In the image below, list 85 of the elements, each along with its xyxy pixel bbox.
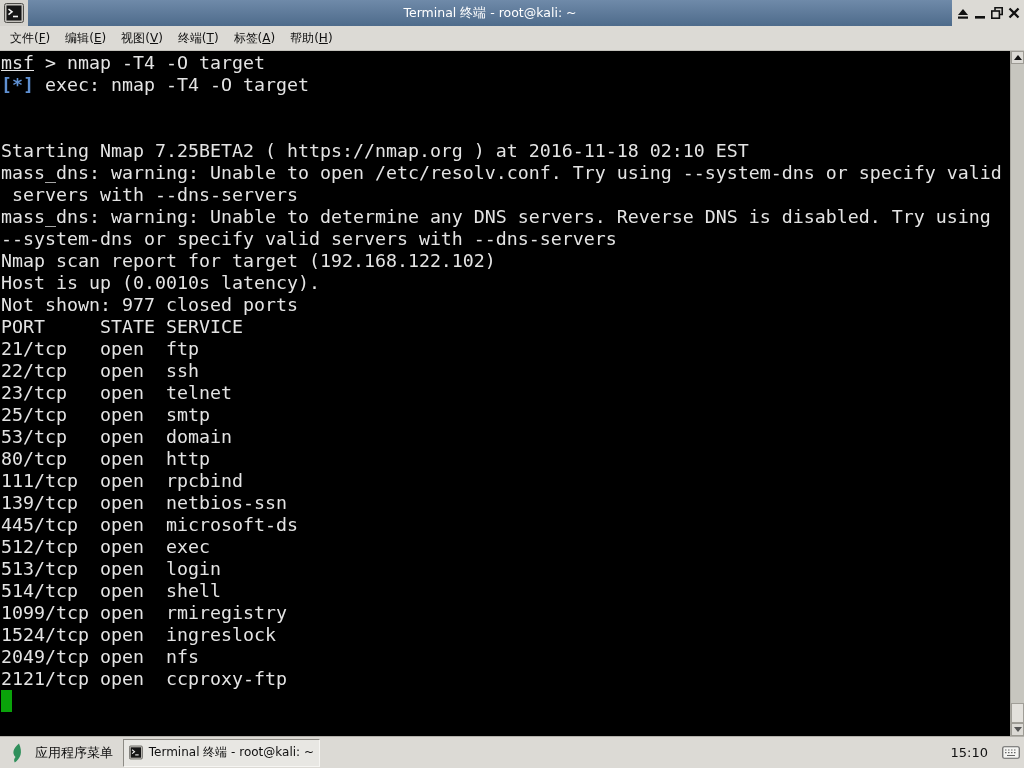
- table-cell: login: [166, 558, 221, 580]
- table-cell: open: [100, 470, 144, 492]
- scroll-down-button[interactable]: [1011, 723, 1024, 736]
- output-line: --system-dns or specify valid servers with --dns-servers: [1, 228, 617, 250]
- table-cell: shell: [166, 580, 221, 602]
- table-cell: ingreslock: [166, 624, 276, 646]
- table-cell: open: [100, 448, 144, 470]
- table-cell: open: [100, 404, 144, 426]
- menu-item[interactable]: 帮助(H): [284, 26, 339, 50]
- table-cell: 512/tcp: [1, 536, 78, 558]
- table-cell: rpcbind: [166, 470, 243, 492]
- close-icon[interactable]: [1006, 6, 1021, 20]
- table-cell: telnet: [166, 382, 232, 404]
- output-line: servers with --dns-servers: [11, 184, 298, 206]
- output-text: exec: nmap -T4 -O target: [45, 74, 309, 96]
- clock-text: 15:10: [950, 745, 988, 760]
- scrollbar[interactable]: [1010, 51, 1024, 736]
- table-cell: 2121/tcp: [1, 668, 89, 690]
- table-cell: 445/tcp: [1, 514, 78, 536]
- table-cell: 21/tcp: [1, 338, 67, 360]
- table-cell: 53/tcp: [1, 426, 67, 448]
- output-line: Host is up (0.0010s latency).: [1, 272, 320, 294]
- block-cursor-icon: [1, 690, 12, 712]
- table-cell: 23/tcp: [1, 382, 67, 404]
- output-line: Starting Nmap 7.25BETA2 ( https://nmap.org ) at 2016-11-18 02:10 EST: [1, 140, 749, 162]
- column-header: STATE: [100, 316, 155, 338]
- output-line: mass_dns: warning: Unable to open /etc/resolv.conf. Try using --system-dns or specify valid: [1, 162, 1002, 184]
- table-cell: open: [100, 338, 144, 360]
- table-cell: open: [100, 624, 144, 646]
- table-cell: open: [100, 426, 144, 448]
- table-cell: open: [100, 602, 144, 624]
- menu-item[interactable]: 终端(T): [171, 26, 225, 50]
- table-cell: open: [100, 360, 144, 382]
- table-cell: ssh: [166, 360, 199, 382]
- command-text: > nmap -T4 -O target: [45, 52, 265, 74]
- table-cell: 2049/tcp: [1, 646, 89, 668]
- keyboard-icon[interactable]: [1002, 746, 1020, 759]
- table-cell: 1524/tcp: [1, 624, 89, 646]
- table-cell: 22/tcp: [1, 360, 67, 382]
- output-line: Nmap scan report for target (192.168.122.102): [1, 250, 496, 272]
- table-cell: open: [100, 646, 144, 668]
- table-cell: ftp: [166, 338, 199, 360]
- table-cell: netbios-ssn: [166, 492, 287, 514]
- output-line: mass_dns: warning: Unable to determine any DNS servers. Reverse DNS is disabled. Try using: [1, 206, 991, 228]
- scroll-up-button[interactable]: [1011, 51, 1024, 64]
- taskbar-window-button[interactable]: Terminal 终端 - root@kali: ~: [123, 738, 320, 767]
- prompt-label: msf: [1, 52, 34, 74]
- status-marker: [*]: [1, 74, 34, 96]
- table-cell: open: [100, 558, 144, 580]
- table-cell: domain: [166, 426, 232, 448]
- table-cell: smtp: [166, 404, 210, 426]
- terminal-icon: [129, 745, 143, 760]
- table-cell: http: [166, 448, 210, 470]
- table-cell: rmiregistry: [166, 602, 287, 624]
- window-title: Terminal 终端 - root@kali: ~: [403, 4, 577, 22]
- down-triangle-icon: [1013, 727, 1022, 732]
- menu-item[interactable]: 视图(V): [115, 26, 169, 50]
- table-cell: ccproxy-ftp: [166, 668, 287, 690]
- restore-icon[interactable]: [989, 6, 1004, 20]
- table-cell: open: [100, 382, 144, 404]
- table-cell: 139/tcp: [1, 492, 78, 514]
- column-header: PORT: [1, 316, 45, 338]
- menu-item[interactable]: 文件(F): [4, 26, 57, 50]
- terminal-icon[interactable]: [4, 3, 24, 23]
- table-cell: microsoft-ds: [166, 514, 298, 536]
- table-cell: 514/tcp: [1, 580, 78, 602]
- up-triangle-icon: [1013, 55, 1022, 60]
- table-cell: open: [100, 492, 144, 514]
- output-line: Not shown: 977 closed ports: [1, 294, 298, 316]
- table-cell: 80/tcp: [1, 448, 67, 470]
- table-cell: 25/tcp: [1, 404, 67, 426]
- table-cell: open: [100, 514, 144, 536]
- app-menu-button[interactable]: 应用程序菜单: [4, 739, 119, 766]
- scrollbar-thumb[interactable]: [1011, 703, 1024, 723]
- table-cell: open: [100, 536, 144, 558]
- table-cell: 513/tcp: [1, 558, 78, 580]
- menu-item[interactable]: 编辑(E): [59, 26, 113, 50]
- table-cell: nfs: [166, 646, 199, 668]
- table-cell: 111/tcp: [1, 470, 78, 492]
- table-cell: 1099/tcp: [1, 602, 89, 624]
- table-cell: open: [100, 668, 144, 690]
- menu-item[interactable]: 标签(A): [227, 26, 282, 50]
- table-cell: exec: [166, 536, 210, 558]
- column-header: SERVICE: [166, 316, 243, 338]
- table-cell: open: [100, 580, 144, 602]
